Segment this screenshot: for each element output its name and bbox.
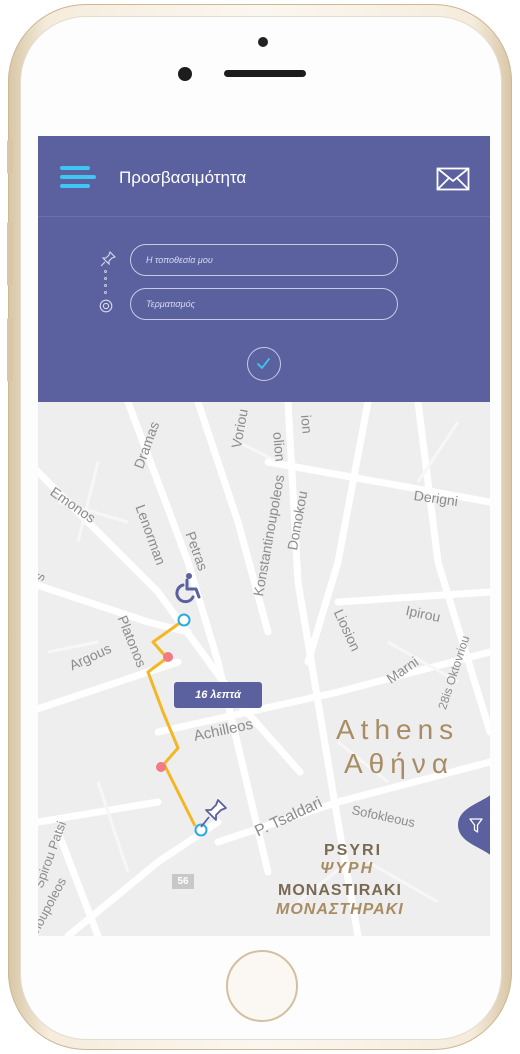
front-camera: [258, 37, 268, 47]
checkmark-icon: [257, 358, 270, 369]
proximity-sensor: [178, 67, 192, 81]
target-icon: [99, 299, 113, 313]
route-line: [146, 618, 197, 827]
destination-input[interactable]: [130, 288, 398, 320]
app-screen: Προσβασιμότητα Η τοποθεσία μου Τερματισμ…: [38, 136, 490, 936]
origin-input[interactable]: [130, 244, 398, 276]
road-number-badge: 56: [172, 874, 194, 889]
route-duration-label: 16 λεπτά: [174, 682, 262, 708]
route-stop: [163, 652, 173, 662]
silent-switch: [7, 140, 13, 174]
filter-button[interactable]: [458, 782, 490, 868]
confirm-route-button[interactable]: [247, 347, 281, 381]
route-stop: [156, 762, 166, 772]
wheelchair-icon[interactable]: [172, 572, 204, 604]
app-header: Προσβασιμότητα: [38, 136, 490, 402]
earpiece-speaker: [224, 70, 306, 77]
route-overlay: [146, 613, 208, 837]
hamburger-menu-icon[interactable]: [60, 166, 96, 190]
route-start-marker: [177, 613, 191, 627]
top-bar: Προσβασιμότητα: [38, 136, 490, 217]
pushpin-icon[interactable]: [198, 798, 228, 832]
envelope-icon[interactable]: [436, 167, 470, 191]
page-title: Προσβασιμότητα: [119, 168, 247, 187]
pushpin-icon: [100, 251, 116, 267]
route-connector-dots: [104, 270, 110, 300]
volume-up-button: [7, 222, 13, 286]
volume-down-button: [7, 318, 13, 382]
home-button[interactable]: [226, 950, 298, 1022]
map-view[interactable]: Dramas Voriou olion ion Konstantinoupole…: [38, 402, 490, 936]
